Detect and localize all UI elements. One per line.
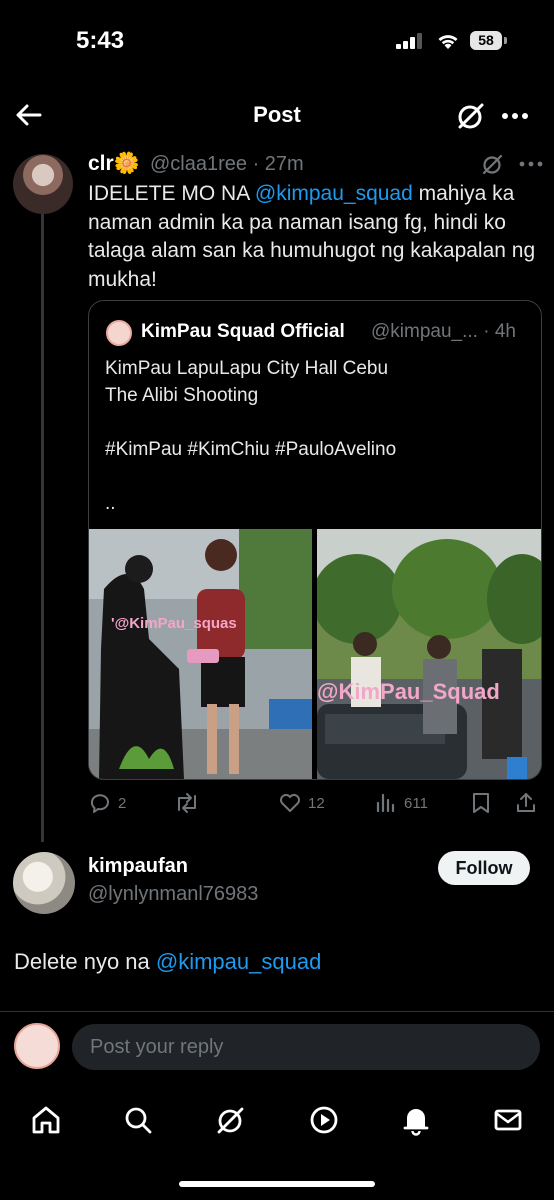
wifi-icon (438, 35, 458, 49)
view-count: 611 (404, 794, 428, 812)
reply-count: 2 (118, 794, 127, 812)
messages-icon[interactable] (490, 1102, 526, 1138)
author-display-name: clr (88, 152, 114, 175)
reply-action[interactable]: 2 (88, 788, 126, 818)
quote-photo-2[interactable]: @KimPau_Squad (317, 529, 541, 779)
home-indicator (179, 1181, 375, 1187)
grok-icon[interactable] (212, 1102, 248, 1138)
battery-indicator: 58 (470, 31, 507, 51)
flower-emoji: 🌼 (113, 152, 140, 175)
tweet-more-icon[interactable] (516, 152, 546, 176)
follow-button[interactable]: Follow (438, 851, 530, 885)
avatar[interactable] (13, 852, 75, 914)
quote-avatar (106, 320, 132, 346)
reply-input[interactable] (72, 1024, 540, 1070)
avatar (14, 1023, 60, 1069)
status-time: 5:43 (76, 27, 125, 54)
battery-tip (504, 37, 507, 44)
share-action[interactable] (514, 788, 538, 818)
like-action[interactable]: 12 (278, 788, 325, 818)
mention-link[interactable]: @kimpau_squad (156, 949, 321, 974)
watermark-1: '@KimPau_squas (111, 615, 237, 632)
battery-level: 58 (470, 31, 502, 50)
quote-photo-1[interactable]: '@KimPau_squas (89, 529, 312, 779)
quoted-tweet[interactable]: KimPau Squad Official @kimpau_... · 4h K… (88, 300, 542, 780)
watermark-2: @KimPau_Squad (317, 679, 500, 704)
views-icon (376, 793, 395, 813)
like-count: 12 (308, 794, 325, 812)
reply-author-name[interactable]: kimpaufan (88, 855, 188, 878)
photo-2-drawing (317, 529, 541, 779)
thread-connector-line (41, 196, 44, 842)
cellular-signal-icon (396, 33, 422, 49)
tweet-text: IDELETE MO NA @kimpau_squad mahiya ka na… (88, 180, 548, 294)
avatar[interactable] (13, 154, 73, 214)
bookmark-action[interactable] (470, 788, 492, 818)
video-icon[interactable] (306, 1102, 342, 1138)
quote-text: KimPau LapuLapu City Hall Cebu The Alibi… (105, 358, 397, 514)
home-icon[interactable] (28, 1102, 64, 1138)
repost-action[interactable] (174, 788, 200, 818)
notifications-icon[interactable] (398, 1102, 434, 1138)
reply-text: Delete nyo na @kimpau_squad (14, 949, 321, 975)
post-header: Post (0, 88, 554, 144)
share-icon (517, 793, 535, 812)
mention-link[interactable]: @kimpau_squad (255, 182, 413, 205)
repost-icon (178, 793, 196, 813)
grok-icon[interactable] (454, 100, 486, 132)
reply-author-handle: @lynlynmanl76983 (88, 883, 259, 905)
views-action[interactable]: 611 (374, 788, 428, 818)
reply-text-start: Delete nyo na (14, 949, 156, 974)
heart-icon (280, 794, 300, 812)
status-bar: 5:43 58 (0, 0, 554, 80)
more-options-icon[interactable] (498, 100, 532, 132)
photo-1-drawing (89, 529, 312, 779)
tweet-author-name[interactable]: clr🌼 (88, 152, 140, 176)
quote-author-name: KimPau Squad Official (141, 321, 345, 342)
bookmark-icon (473, 793, 489, 813)
quote-author-handle: @kimpau_... · 4h (371, 321, 516, 342)
search-icon[interactable] (120, 1102, 156, 1138)
grok-icon[interactable] (480, 152, 504, 176)
tweet-actions: 2 12 611 (88, 788, 548, 818)
tweet-text-start: IDELETE MO NA (88, 182, 255, 205)
tweet-author-handle: @claa1ree · 27m (150, 153, 304, 175)
reply-icon (90, 794, 109, 813)
